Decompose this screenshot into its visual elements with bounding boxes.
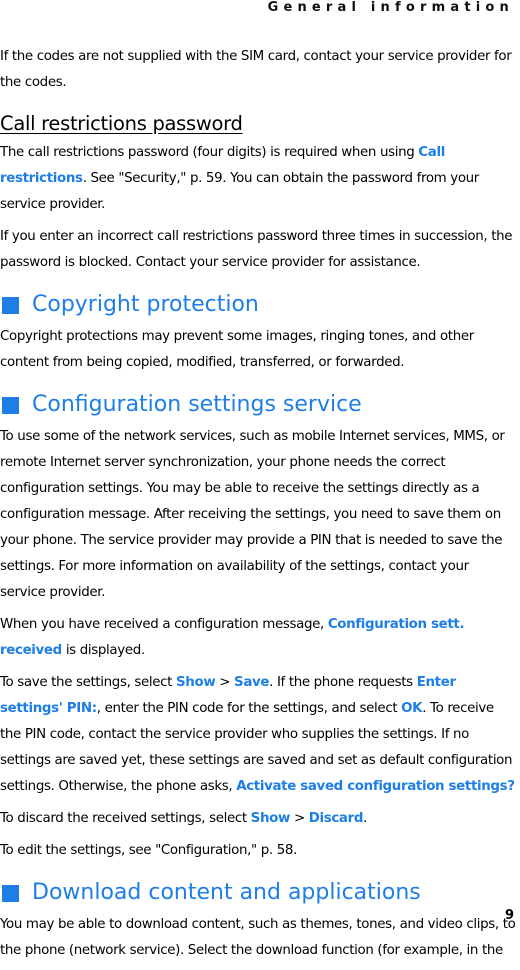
activate-settings-term: Activate saved configuration settings? [236,779,515,794]
call-restrictions-heading: Call restrictions password [0,112,243,135]
download-heading: Download content and applications [0,878,518,908]
call-restrictions-paragraph-1: The call restrictions password (four dig… [0,140,518,218]
heading-text: Configuration settings service [32,392,362,417]
heading-text: Copyright protection [32,292,259,317]
text-fragment: , enter the PIN code for the settings, a… [96,701,402,716]
configuration-paragraph-1: To use some of the network services, suc… [0,429,505,600]
configuration-paragraph-4: To discard the received settings, select… [0,806,518,832]
page-content: If the codes are not supplied with the S… [0,44,518,970]
running-head: General information [267,0,514,15]
call-restrictions-paragraph-2: If you enter an incorrect call restricti… [0,229,513,270]
intro-paragraph: If the codes are not supplied with the S… [0,49,512,90]
text-fragment: When you have received a configuration m… [0,617,328,632]
text-fragment: . [363,811,368,826]
text-fragment: To discard the received settings, select [0,811,251,826]
download-paragraph: You may be able to download content, suc… [0,917,516,958]
text-fragment: is displayed. [61,643,145,658]
show-term: Show [176,675,216,690]
discard-term: Discard [308,811,364,826]
section-square-icon [2,884,19,902]
ok-term: OK [401,701,423,716]
configuration-paragraph-3: To save the settings, select Show > Save… [0,670,518,800]
heading-text: Download content and applications [32,880,421,905]
text-fragment: . If the phone requests [269,675,417,690]
configuration-paragraph-5: To edit the settings, see "Configuration… [0,843,297,858]
configuration-heading: Configuration settings service [0,390,518,420]
section-square-icon [2,396,19,414]
text-fragment: To save the settings, select [0,675,176,690]
copyright-paragraph: Copyright protections may prevent some i… [0,329,474,370]
configuration-paragraph-2: When you have received a configuration m… [0,612,518,664]
text-fragment: The call restrictions password (four dig… [0,145,419,160]
text-fragment: > [215,675,235,690]
save-term: Save [234,675,270,690]
show-term: Show [250,811,291,826]
text-fragment: > [290,811,309,826]
copyright-heading: Copyright protection [0,290,518,320]
section-square-icon [2,296,19,314]
page-number: 9 [504,908,514,923]
